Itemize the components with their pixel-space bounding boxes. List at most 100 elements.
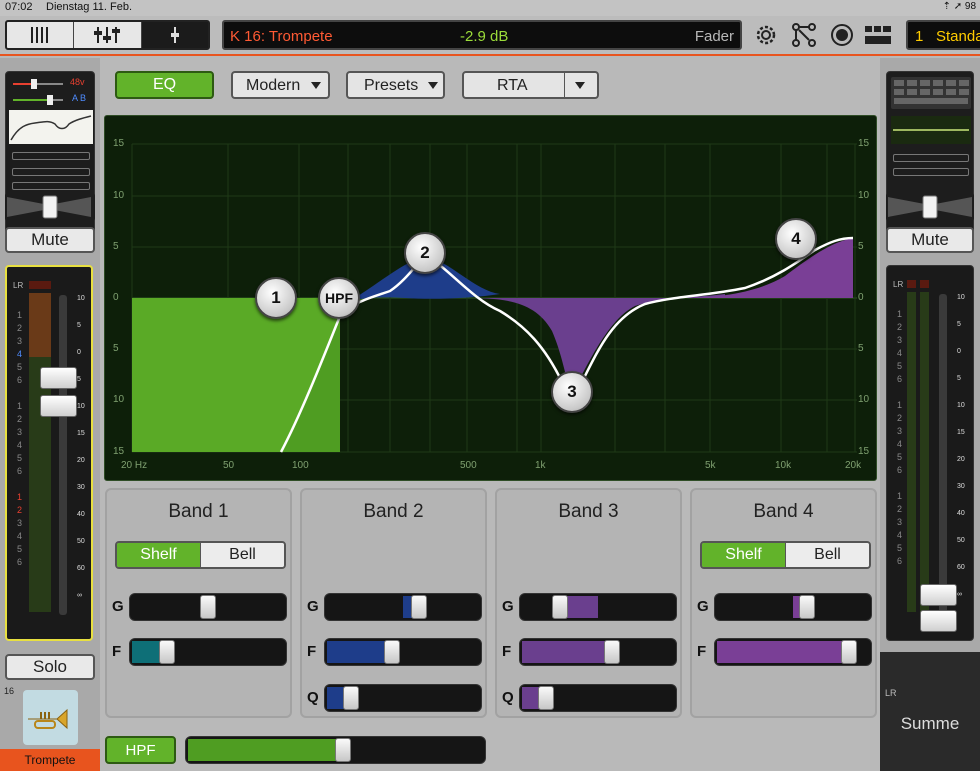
scale-label: 40: [957, 510, 965, 517]
scale-label: 10: [77, 403, 85, 410]
band4-gain-thumb[interactable]: [799, 595, 815, 619]
mode-display: Fader: [694, 28, 734, 45]
band3-gain-thumb[interactable]: [552, 595, 568, 619]
layout-icon: [865, 26, 891, 44]
meter-digit: 1: [17, 401, 23, 411]
channel-view-button[interactable]: [74, 22, 142, 48]
meter-digit: 5: [17, 453, 23, 463]
hpf-fill: [188, 739, 343, 761]
band4-type-toggle: Shelf Bell: [700, 541, 871, 569]
band2-freq-slider[interactable]: [324, 638, 482, 666]
band1-freq-thumb[interactable]: [159, 640, 175, 664]
channel-number: 16: [4, 686, 15, 696]
channel-name-label[interactable]: Trompete: [0, 749, 100, 771]
x-tick-label: 1k: [535, 460, 546, 471]
main-balance-control[interactable]: [886, 193, 974, 221]
routing-button[interactable]: [790, 22, 818, 48]
band3-q-thumb[interactable]: [538, 686, 554, 710]
eq-graph[interactable]: 15 10 5 0 5 10 15 15 10 5 0 5 10 15 20 Hz 50 100 500 1k 5…: [104, 115, 877, 481]
band4-gain-slider[interactable]: [714, 593, 872, 621]
scale-label: 5: [77, 322, 81, 329]
status-time: 07:02: [5, 1, 33, 13]
band4-freq-thumb[interactable]: [841, 640, 857, 664]
scale-label: 0: [957, 348, 961, 355]
mixer-view-button[interactable]: [7, 22, 75, 48]
status-icons: ⇡ ➚ 98: [942, 1, 976, 12]
main-name: Summe: [900, 714, 960, 733]
meter-digit: 6: [897, 465, 903, 475]
mixer-icon: [31, 27, 49, 43]
band1-shelf-button[interactable]: Shelf: [117, 543, 200, 567]
eq-node-band4[interactable]: 4: [775, 218, 817, 260]
channel-image[interactable]: [23, 690, 78, 745]
band3-freq-thumb[interactable]: [604, 640, 620, 664]
y-tick-label: 15: [113, 138, 125, 149]
fader-cap[interactable]: [40, 367, 77, 389]
fader-cap-2[interactable]: [40, 395, 77, 417]
presets-label: Presets: [364, 77, 419, 94]
band1-freq-slider[interactable]: [129, 638, 287, 666]
aux-bar: [12, 152, 90, 160]
band4-freq-slider[interactable]: [714, 638, 872, 666]
eq-node-band3[interactable]: 3: [551, 371, 593, 413]
main-lr-label: LR: [885, 688, 897, 698]
band3-q-slider[interactable]: [519, 684, 677, 712]
layout-button[interactable]: [864, 22, 892, 48]
band2-title: Band 2: [363, 501, 424, 522]
scale-label: 40: [77, 511, 85, 518]
single-fader-view-button[interactable]: [141, 22, 208, 48]
band2-freq-thumb[interactable]: [384, 640, 400, 664]
band1-gain-thumb[interactable]: [200, 595, 216, 619]
main-name-panel[interactable]: LR Summe: [880, 652, 980, 771]
settings-button[interactable]: [752, 22, 780, 48]
meter-digit: 2: [17, 323, 23, 333]
level-display: -2.9 dB: [460, 28, 509, 45]
scene-display[interactable]: 1 Standa: [906, 20, 980, 50]
hpf-slider[interactable]: [185, 736, 486, 764]
mute-button[interactable]: Mute: [5, 227, 95, 253]
scale-label: 60: [77, 565, 85, 572]
eq-node-band1[interactable]: 1: [255, 277, 297, 319]
record-button[interactable]: [828, 22, 856, 48]
main-mute-button[interactable]: Mute: [886, 227, 974, 253]
y-tick-label: 10: [858, 190, 870, 201]
band1-gain-slider[interactable]: [129, 593, 287, 621]
presets-dropdown[interactable]: Presets: [346, 71, 445, 99]
band2-gain-thumb[interactable]: [411, 595, 427, 619]
gear-icon: [756, 25, 776, 45]
eq-toggle-button[interactable]: EQ: [115, 71, 214, 99]
band1-freq-row: F: [107, 638, 294, 666]
scale-label: 5: [957, 321, 961, 328]
band3-gain-slider[interactable]: [519, 593, 677, 621]
scale-label: ∞: [77, 592, 82, 599]
rta-dropdown[interactable]: RTA: [462, 71, 599, 99]
scene-number: 1: [915, 28, 924, 45]
caret-down-icon[interactable]: [575, 82, 585, 89]
y-tick-label: 10: [113, 394, 125, 405]
eq-mode-dropdown[interactable]: Modern: [231, 71, 330, 99]
main-fader-cap-2[interactable]: [920, 610, 957, 632]
main-fader-cap[interactable]: [920, 584, 957, 606]
band2-gain-slider[interactable]: [324, 593, 482, 621]
scale-label: ∞: [957, 591, 962, 598]
y-tick-label: 10: [858, 394, 870, 405]
scale-label: 60: [957, 564, 965, 571]
band1-bell-button[interactable]: Bell: [200, 543, 284, 567]
band3-freq-slider[interactable]: [519, 638, 677, 666]
band4-shelf-button[interactable]: Shelf: [702, 543, 785, 567]
hpf-toggle-button[interactable]: HPF: [105, 736, 176, 764]
pan-control[interactable]: [5, 193, 95, 221]
eq-node-hpf[interactable]: HPF: [318, 277, 360, 319]
channel-display[interactable]: K 16: Trompete -2.9 dB Fader: [222, 20, 742, 50]
band3-panel: Band 3 G F Q: [495, 488, 682, 718]
band2-q-slider[interactable]: [324, 684, 482, 712]
solo-button[interactable]: Solo: [5, 654, 95, 680]
hpf-thumb[interactable]: [335, 738, 351, 762]
scale-label: 5: [957, 375, 961, 382]
band2-panel: Band 2 G F Q: [300, 488, 487, 718]
eq-thumbnail-main: [891, 116, 971, 144]
band4-bell-button[interactable]: Bell: [785, 543, 869, 567]
caret-down-icon: [311, 82, 321, 89]
eq-node-band2[interactable]: 2: [404, 232, 446, 274]
band2-q-thumb[interactable]: [343, 686, 359, 710]
